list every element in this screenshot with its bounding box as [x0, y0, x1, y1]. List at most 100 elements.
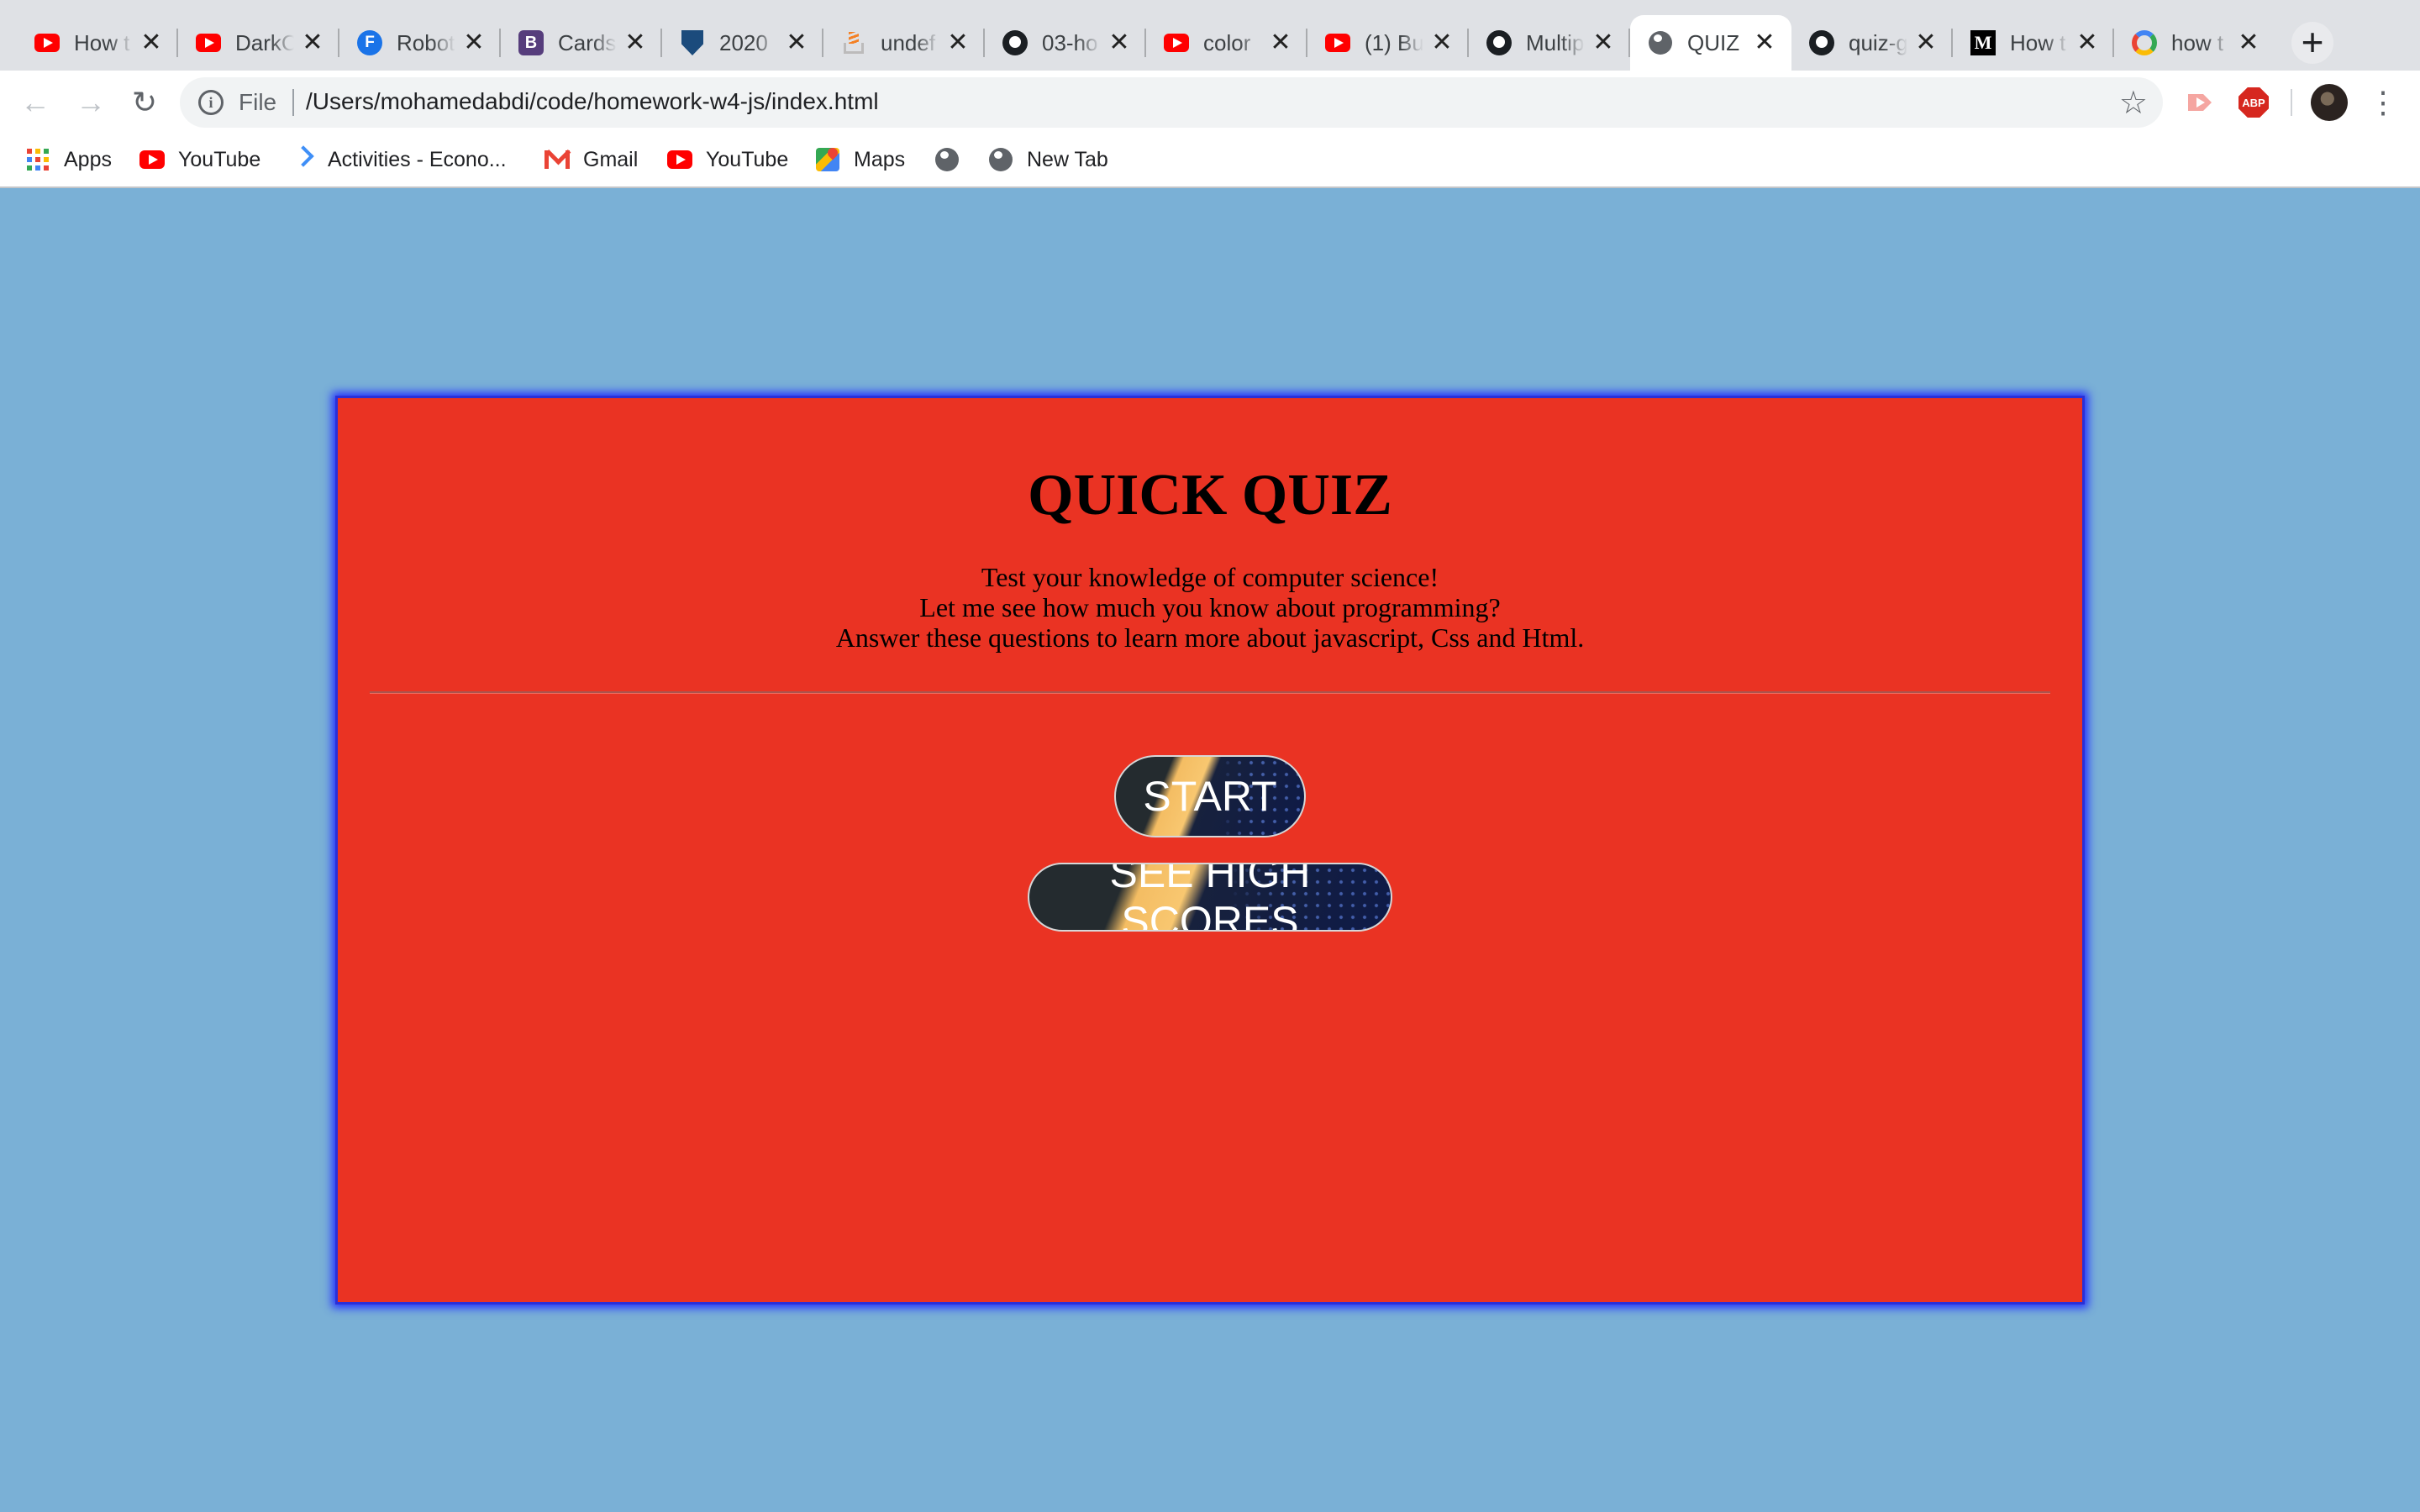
divider [370, 690, 2050, 694]
tab-title: undef [881, 29, 936, 55]
tab-title: color [1203, 29, 1251, 55]
tab[interactable]: color ✕ [1146, 15, 1307, 71]
avatar[interactable] [2311, 84, 2348, 121]
adblock-icon[interactable]: ABP [2237, 86, 2270, 119]
bookmark-label: Apps [64, 147, 112, 171]
close-icon[interactable]: ✕ [1753, 30, 1776, 55]
github-icon [1002, 29, 1028, 56]
shield-icon [679, 29, 706, 56]
youtube-icon [667, 147, 692, 172]
close-icon[interactable]: ✕ [1914, 30, 1938, 55]
new-tab-button[interactable]: + [2291, 22, 2333, 64]
bookmarks-bar: Apps YouTube Activities - Econo... Gmail… [0, 134, 2420, 188]
quiz-description: Test your knowledge of computer science!… [338, 562, 2082, 653]
bookmark-youtube[interactable]: YouTube [139, 143, 260, 176]
close-icon[interactable]: ✕ [2237, 30, 2260, 55]
tab[interactable]: M How t ✕ [1953, 15, 2114, 71]
start-button[interactable]: START [1114, 754, 1306, 837]
google-icon [2131, 29, 2158, 56]
tab[interactable]: 03-ho ✕ [985, 15, 1146, 71]
stackoverflow-icon [840, 29, 867, 56]
tab[interactable]: how t ✕ [2114, 15, 2275, 71]
description-line: Test your knowledge of computer science! [981, 561, 1439, 592]
globe-icon [1647, 29, 1674, 56]
reload-button[interactable]: ↻ [128, 86, 161, 119]
tab-title: Robot [397, 29, 455, 55]
cast-extension-icon[interactable] [2183, 86, 2217, 119]
high-scores-button[interactable]: SEE HIGH SCORES [1028, 862, 1392, 932]
tab-strip: How t ✕ DarkC ✕ F Robot ✕ B Cards ✕ 2020… [0, 0, 2420, 71]
tab[interactable]: How t ✕ [17, 15, 178, 71]
tab-title: How t [2010, 29, 2066, 55]
tab-title: Cards [558, 29, 617, 55]
tab-title: How t [74, 29, 130, 55]
description-line: Let me see how much you know about progr… [919, 591, 1501, 622]
bookmark-gmail[interactable]: Gmail [544, 143, 638, 176]
close-icon[interactable]: ✕ [2075, 30, 2099, 55]
forward-button[interactable]: → [74, 86, 108, 119]
tab-title: Multip [1526, 29, 1585, 55]
url-scheme: File [239, 89, 277, 115]
tab[interactable]: quiz-g ✕ [1791, 15, 1953, 71]
browser-toolbar: ← → ↻ i File /Users/mohamedabdi/code/hom… [0, 71, 2420, 134]
close-icon[interactable]: ✕ [1107, 30, 1131, 55]
close-icon[interactable]: ✕ [462, 30, 486, 55]
high-scores-button-label: SEE HIGH SCORES [1109, 862, 1311, 932]
tab[interactable]: F Robot ✕ [339, 15, 501, 71]
description-line: Answer these questions to learn more abo… [835, 622, 1585, 653]
back-button[interactable]: ← [18, 86, 52, 119]
bookmark-activities[interactable]: Activities - Econo... [289, 143, 507, 176]
bootstrap-icon: B [518, 29, 544, 56]
bookmark-new-tab[interactable]: New Tab [988, 143, 1108, 176]
medium-icon: M [1970, 29, 1996, 56]
tab-title: 2020 [719, 29, 768, 55]
close-icon[interactable]: ✕ [139, 30, 163, 55]
youtube-icon [195, 29, 222, 56]
menu-icon[interactable]: ⋮ [2366, 86, 2400, 119]
close-icon[interactable]: ✕ [301, 30, 324, 55]
bookmark-maps[interactable]: Maps [815, 143, 905, 176]
start-button-label: START [1143, 772, 1277, 820]
address-bar[interactable]: i File /Users/mohamedabdi/code/homework-… [180, 77, 2163, 128]
bookmark-globe[interactable] [934, 143, 960, 176]
tab[interactable]: (1) Bu ✕ [1307, 15, 1469, 71]
tab[interactable]: 2020 ✕ [662, 15, 823, 71]
youtube-icon [1324, 29, 1351, 56]
maps-icon [815, 147, 840, 172]
youtube-icon [139, 147, 165, 172]
bookmark-label: YouTube [178, 147, 261, 171]
bookmark-label: YouTube [706, 147, 789, 171]
info-icon[interactable]: i [198, 90, 224, 115]
button-group: START SEE HIGH SCORES [338, 754, 2082, 932]
tab-title: QUIZ [1687, 29, 1740, 55]
page-title: QUICK QUIZ [1028, 463, 1392, 528]
bookmark-label: Maps [854, 147, 906, 171]
close-icon[interactable]: ✕ [785, 30, 808, 55]
tab-title: how t [2171, 29, 2224, 55]
tab-title: DarkC [235, 29, 294, 55]
close-icon[interactable]: ✕ [946, 30, 970, 55]
star-icon[interactable]: ☆ [2119, 84, 2148, 122]
globe-icon [988, 147, 1013, 172]
tab[interactable]: undef ✕ [823, 15, 985, 71]
close-icon[interactable]: ✕ [623, 30, 647, 55]
close-icon[interactable]: ✕ [1591, 30, 1615, 55]
dl-icon [289, 147, 314, 172]
tab-title: 03-ho [1042, 29, 1098, 55]
font-f-icon: F [356, 29, 383, 56]
bookmark-youtube[interactable]: YouTube [667, 143, 788, 176]
url-text[interactable]: /Users/mohamedabdi/code/homework-w4-js/i… [306, 88, 879, 115]
bookmark-label: Gmail [583, 147, 639, 171]
tab-active[interactable]: QUIZ ✕ [1630, 15, 1791, 71]
close-icon[interactable]: ✕ [1269, 30, 1292, 55]
gmail-icon [544, 147, 570, 172]
tab[interactable]: B Cards ✕ [501, 15, 662, 71]
tab[interactable]: Multip ✕ [1469, 15, 1630, 71]
tab[interactable]: DarkC ✕ [178, 15, 339, 71]
youtube-icon [1163, 29, 1190, 56]
bookmark-apps[interactable]: Apps [25, 143, 112, 176]
bookmark-label: New Tab [1027, 147, 1108, 171]
tab-title: (1) Bu [1365, 29, 1423, 55]
github-icon [1486, 29, 1512, 56]
close-icon[interactable]: ✕ [1430, 30, 1454, 55]
